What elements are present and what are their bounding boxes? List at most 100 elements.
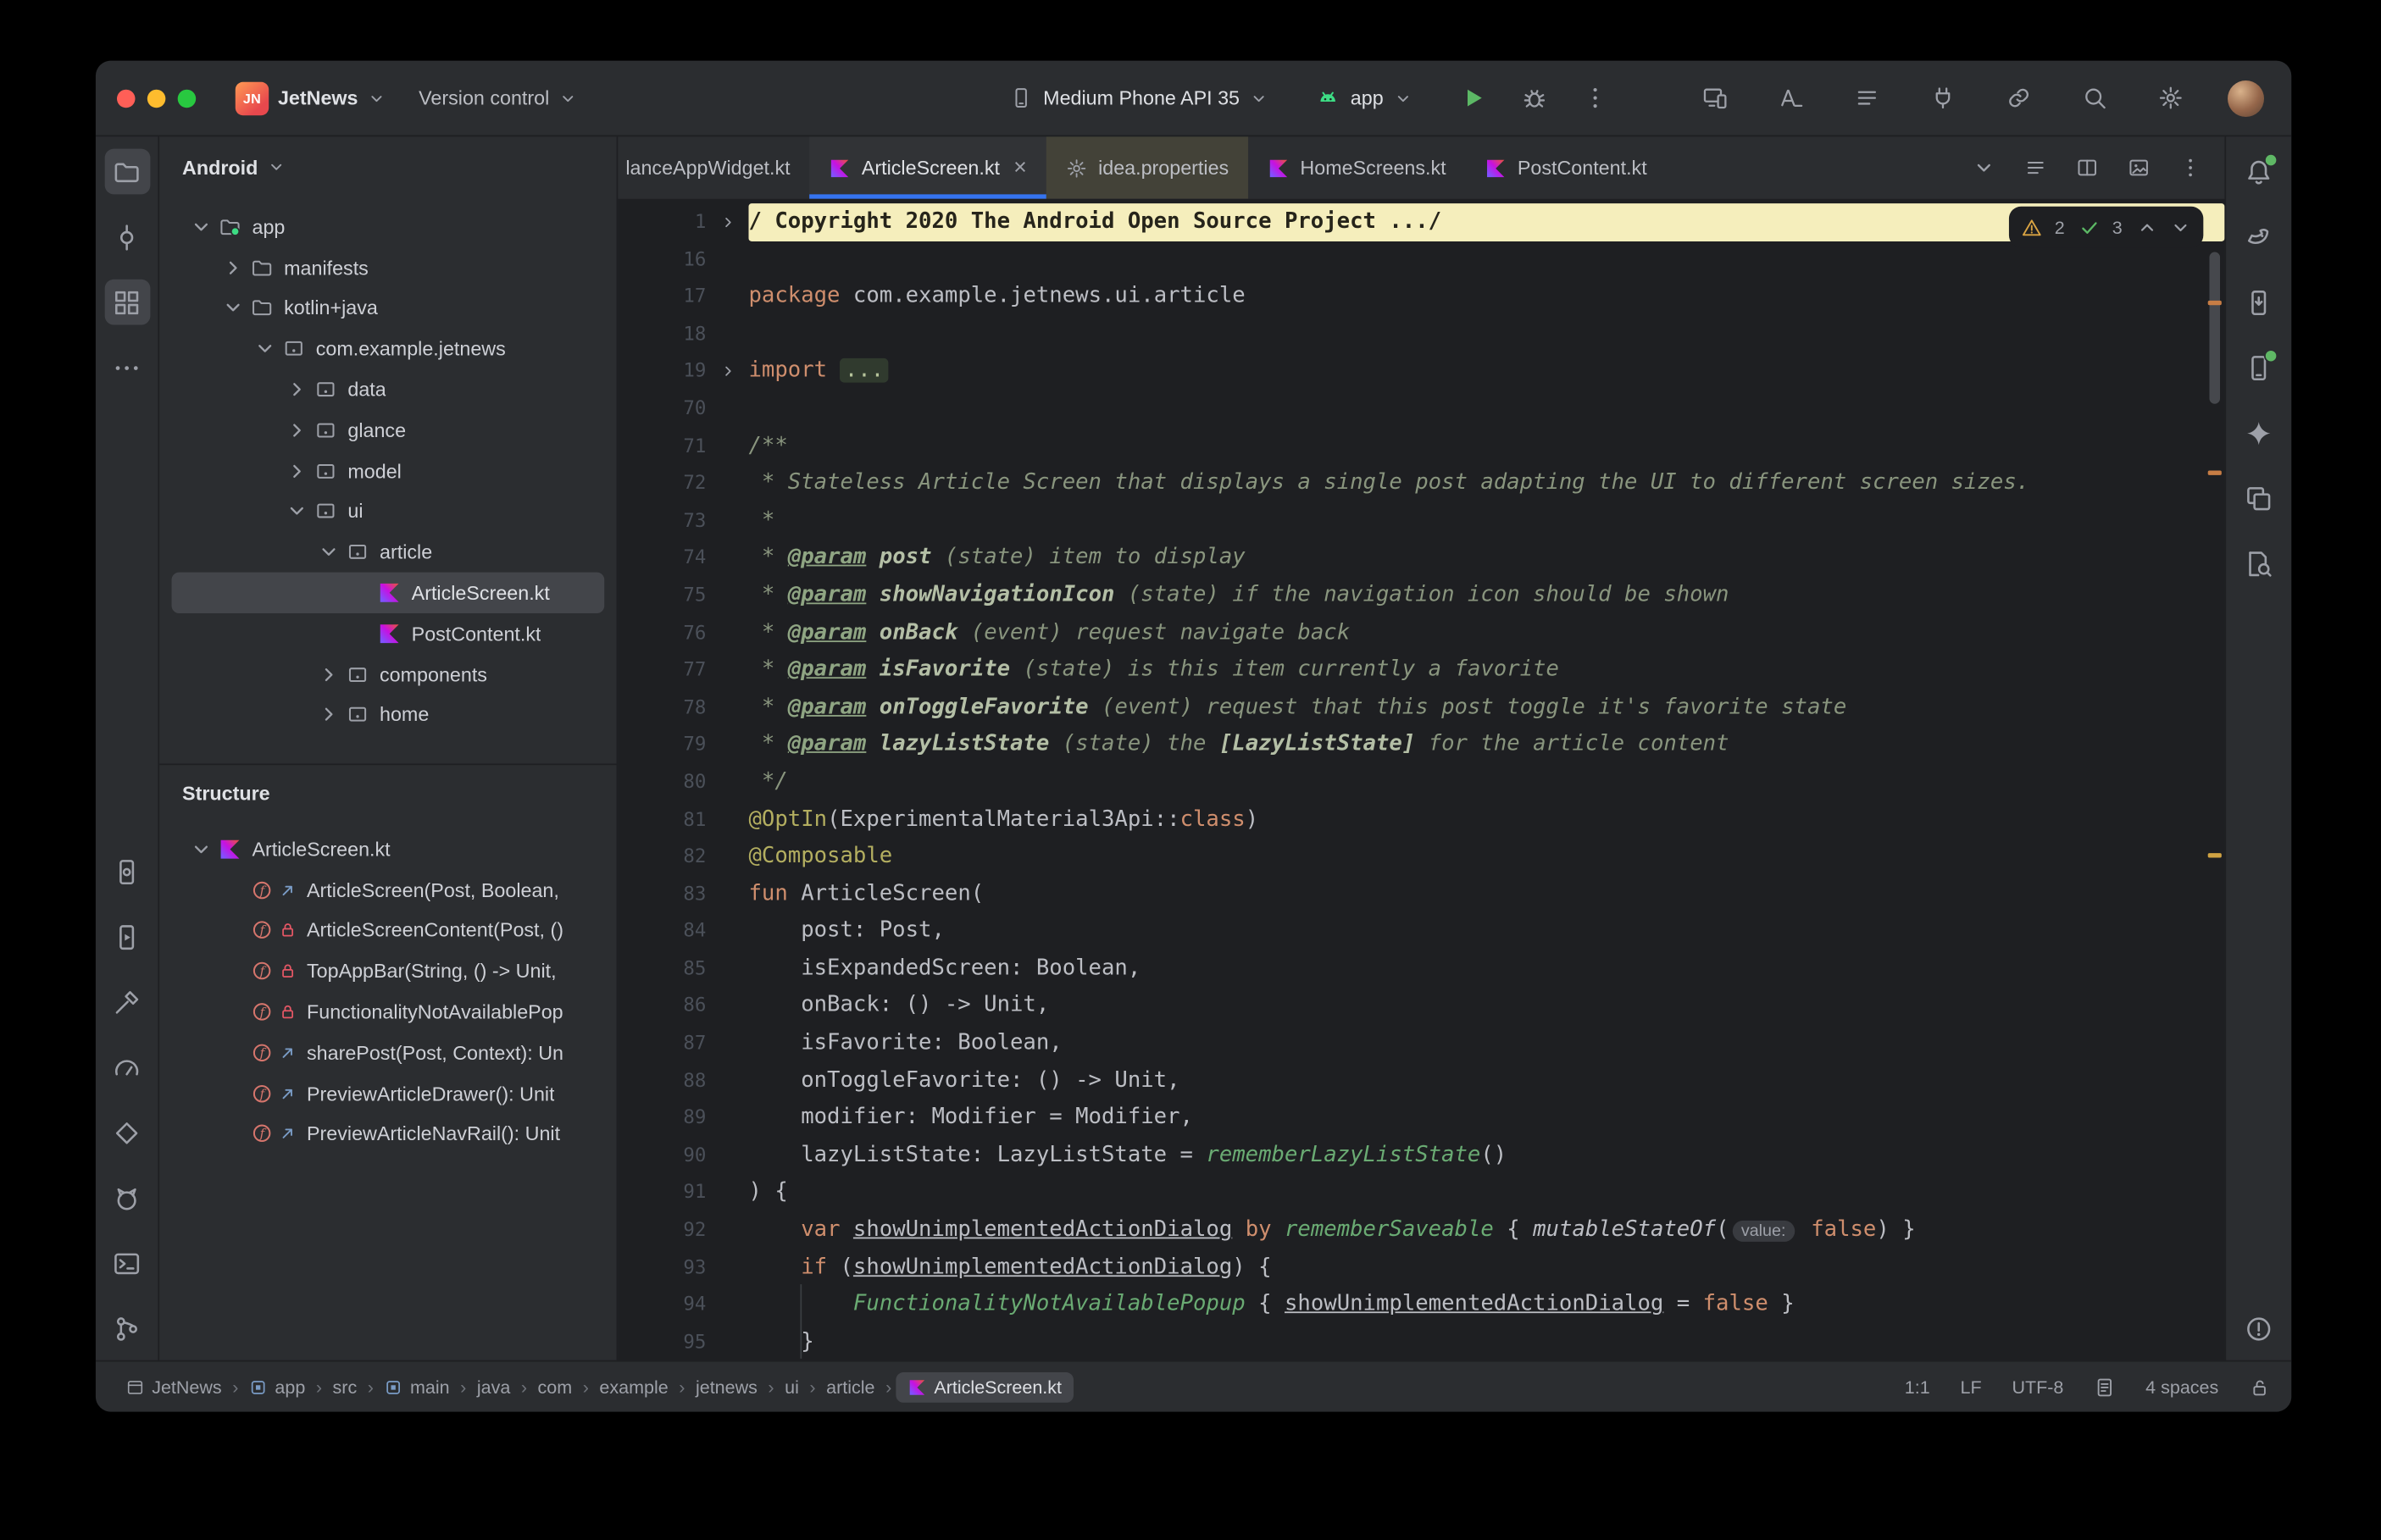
device-selector[interactable]: Medium Phone API 35 [1001, 80, 1278, 115]
chevron-down-icon[interactable] [186, 215, 215, 238]
close-window-button[interactable] [116, 88, 136, 108]
chevron-right-icon[interactable] [219, 256, 247, 279]
notifications-button[interactable] [2236, 149, 2282, 195]
code-line-73[interactable]: 73 * [618, 502, 2224, 540]
project-item-ui[interactable]: ui [159, 491, 616, 532]
editor-tabs-list-button[interactable] [2015, 148, 2055, 188]
chevron-right-icon[interactable] [282, 378, 311, 401]
chevron-down-icon[interactable] [219, 296, 247, 319]
build-button[interactable] [104, 979, 150, 1025]
code-line-89[interactable]: 89 modifier: Modifier = Modifier, [618, 1100, 2224, 1137]
project-item-glance[interactable]: glance [159, 410, 616, 451]
code-line-17[interactable]: 17 package com.example.jetnews.ui.article [618, 278, 2224, 315]
structure-item-sharepost[interactable]: f sharePost(Post, Context): Un [159, 1033, 616, 1073]
code-style[interactable] [2094, 1377, 2115, 1398]
code-editor[interactable]: 1 / Copyright 2020 The Android Open Sourc… [618, 200, 2225, 1360]
tab-homescreens-kt[interactable]: HomeScreens.kt [1248, 136, 1465, 198]
inspections-widget[interactable]: 2 3 [2008, 206, 2204, 248]
code-line-90[interactable]: 90 lazyListState: LazyListState = rememb… [618, 1137, 2224, 1174]
caret-position[interactable]: 1:1 [1905, 1377, 1930, 1398]
code-line-76[interactable]: 76 * @param onBack (event) request navig… [618, 614, 2224, 651]
profiler-button[interactable] [104, 1044, 150, 1090]
breadcrumb-main[interactable]: main [378, 1373, 455, 1400]
structure-item-articlescreencontent[interactable]: f ArticleScreenContent(Post, () [159, 911, 616, 951]
breadcrumb-jetnews[interactable]: JetNews [120, 1373, 228, 1400]
code-line-86[interactable]: 86 onBack: () -> Unit, [618, 988, 2224, 1025]
indent-config[interactable]: 4 spaces [2145, 1377, 2218, 1398]
gemini-button[interactable] [2236, 410, 2282, 456]
error-stripe-mark[interactable] [2207, 853, 2222, 858]
hidden-tabs-button[interactable] [1963, 148, 2003, 188]
chevron-right-icon[interactable] [282, 418, 311, 441]
error-stripe-mark[interactable] [2207, 470, 2222, 475]
structure-button[interactable] [103, 279, 150, 325]
zoom-window-button[interactable] [177, 88, 197, 108]
device-explorer-button[interactable] [2236, 280, 2282, 325]
code-line-19[interactable]: 19 import ... [618, 352, 2224, 390]
code-line-94[interactable]: 94 FunctionalityNotAvailablePopup { show… [618, 1286, 2224, 1323]
structure-item-articlescreen[interactable]: f ArticleScreen(Post, Boolean, [159, 870, 616, 911]
tab-articlescreen-kt[interactable]: ArticleScreen.kt × [809, 136, 1046, 199]
run-button[interactable] [1451, 77, 1494, 119]
plugins-button[interactable] [1921, 77, 1963, 119]
project-item-com-example-jetnews[interactable]: com.example.jetnews [159, 329, 616, 369]
running-devices-button[interactable] [2236, 345, 2282, 391]
code-line-72[interactable]: 72 * Stateless Article Screen that displ… [618, 465, 2224, 502]
terminal-button[interactable] [104, 1240, 150, 1286]
code-line-83[interactable]: 83 fun ArticleScreen( [618, 875, 2224, 912]
breadcrumb-example[interactable]: example [593, 1373, 674, 1400]
todo-list-button[interactable] [1845, 77, 1887, 119]
code-line-85[interactable]: 85 isExpandedScreen: Boolean, [618, 950, 2224, 988]
code-line-92[interactable]: 92 var showUnimplementedActionDialog by … [618, 1211, 2224, 1249]
chevron-down-icon[interactable] [282, 500, 311, 523]
breadcrumb-articlescreen-kt[interactable]: ArticleScreen.kt [896, 1371, 1074, 1402]
chevron-down-icon[interactable] [186, 838, 215, 861]
project-item-home[interactable]: home [159, 695, 616, 735]
project-item-model[interactable]: model [159, 451, 616, 491]
more-run-options-button[interactable] [1573, 77, 1616, 119]
minimize-window-button[interactable] [147, 88, 166, 108]
close-tab-icon[interactable]: × [1013, 157, 1027, 180]
breadcrumb-app[interactable]: app [243, 1373, 312, 1400]
project-widget[interactable]: JN JetNews [226, 75, 394, 121]
search-everywhere-button[interactable] [2073, 77, 2115, 119]
code-line-80[interactable]: 80 */ [618, 763, 2224, 800]
tab-idea-properties[interactable]: idea.properties [1046, 136, 1249, 199]
breadcrumb-src[interactable]: src [326, 1373, 363, 1400]
line-ending[interactable]: LF [1961, 1377, 1982, 1398]
find-in-files-button[interactable] [2236, 540, 2282, 586]
breadcrumb-com[interactable]: com [531, 1373, 578, 1400]
project-item-components[interactable]: components [159, 654, 616, 695]
code-line-70[interactable]: 70 [618, 391, 2224, 428]
tab-postcontent-kt[interactable]: PostContent.kt [1466, 136, 1667, 198]
translate-actions-button[interactable] [1769, 77, 1812, 119]
app-quality-insights-button[interactable] [104, 1110, 150, 1155]
debug-button[interactable] [1512, 77, 1555, 119]
fold-marker-icon[interactable] [706, 203, 748, 241]
editor-preview-button[interactable] [2118, 148, 2158, 188]
run-configuration[interactable]: app [1308, 80, 1422, 115]
code-line-95[interactable]: 95 } [618, 1323, 2224, 1360]
chevron-right-icon[interactable] [314, 704, 343, 727]
code-line-78[interactable]: 78 * @param onToggleFavorite (event) req… [618, 689, 2224, 726]
layout-inspector-button[interactable] [2236, 475, 2282, 521]
code-line-71[interactable]: 71 /** [618, 428, 2224, 465]
project-button[interactable] [103, 148, 150, 195]
project-item-app[interactable]: app [159, 207, 616, 247]
code-line-88[interactable]: 88 onToggleFavorite: () -> Unit, [618, 1062, 2224, 1100]
project-item-articlescreen-kt[interactable]: ArticleScreen.kt [171, 572, 605, 613]
more-tool-windows-button[interactable] [104, 345, 150, 391]
commit-button[interactable] [104, 214, 150, 260]
version-control-button[interactable] [104, 1305, 150, 1351]
project-view-selector[interactable]: Android [159, 136, 616, 197]
logcat-button[interactable] [104, 1175, 150, 1221]
code-line-84[interactable]: 84 post: Post, [618, 913, 2224, 950]
code-line-16[interactable]: 16 [618, 241, 2224, 278]
structure-item-previewarticledrawer[interactable]: f PreviewArticleDrawer(): Unit [159, 1073, 616, 1114]
breadcrumb-article[interactable]: article [820, 1373, 881, 1400]
gradle-button[interactable] [2236, 214, 2282, 260]
code-line-81[interactable]: 81 @OptIn(ExperimentalMaterial3Api::class… [618, 800, 2224, 838]
settings-button[interactable] [2149, 77, 2191, 119]
code-line-1[interactable]: 1 / Copyright 2020 The Android Open Sourc… [618, 203, 2225, 241]
project-item-postcontent-kt[interactable]: PostContent.kt [159, 613, 616, 654]
